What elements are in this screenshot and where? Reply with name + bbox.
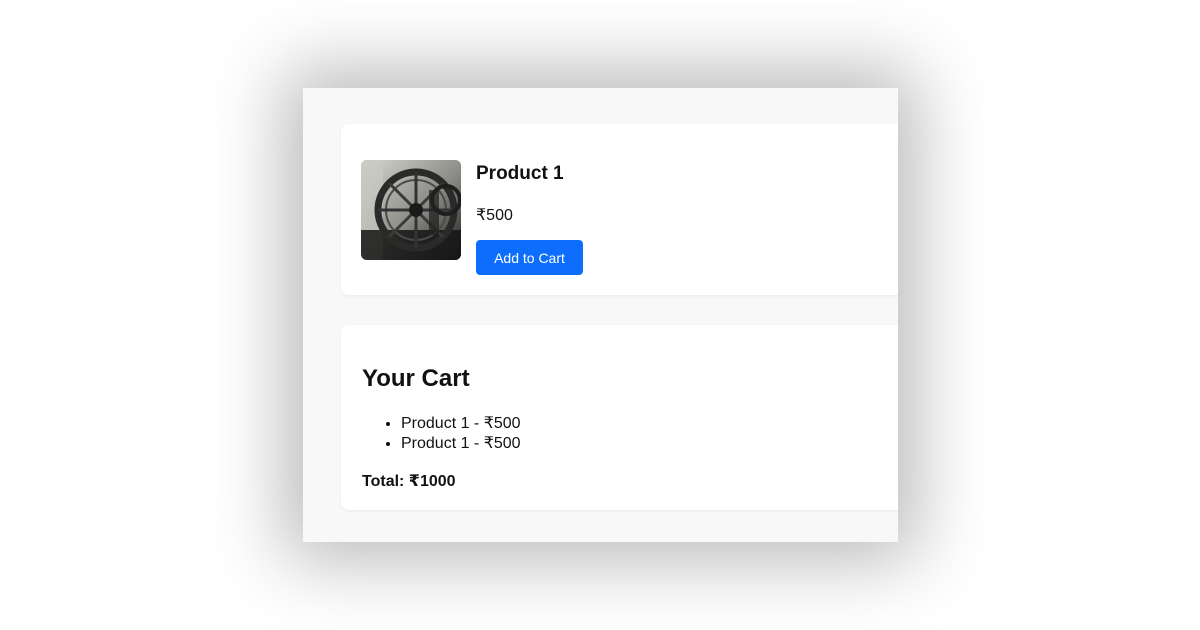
cart-card: Your Cart Product 1 - ₹500 Product 1 - ₹… [341,325,898,510]
product-image [361,160,461,260]
product-card: Product 1 ₹500 Add to Cart [341,124,898,295]
add-to-cart-button[interactable]: Add to Cart [476,240,583,275]
cart-list: Product 1 - ₹500 Product 1 - ₹500 [361,414,521,454]
product-name: Product 1 [476,163,564,184]
product-photo-icon [361,160,461,260]
cart-title: Your Cart [362,365,470,392]
app-window: Product 1 ₹500 Add to Cart Your Cart Pro… [303,88,898,542]
list-item: Product 1 - ₹500 [401,434,521,454]
product-price: ₹500 [476,207,513,224]
screenshot-stage: Product 1 ₹500 Add to Cart Your Cart Pro… [0,0,1200,630]
cart-total: Total: ₹1000 [362,473,456,490]
list-item: Product 1 - ₹500 [401,414,521,434]
